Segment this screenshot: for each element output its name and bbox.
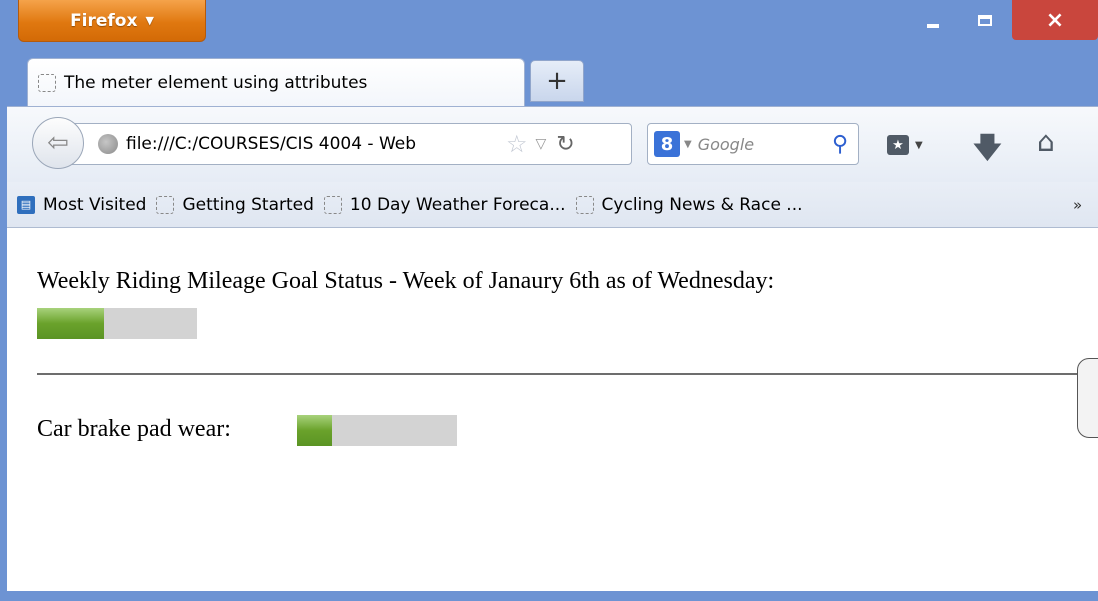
horizontal-rule xyxy=(37,373,1098,375)
bookmark-label: 10 Day Weather Foreca... xyxy=(349,194,566,215)
reload-icon[interactable]: ↻ xyxy=(556,132,574,157)
window-bottom-border xyxy=(0,591,1098,601)
side-panel-tab[interactable] xyxy=(1077,358,1098,438)
bookmarks-toolbar: ▤ Most Visited Getting Started 10 Day We… xyxy=(7,182,1098,228)
bookmark-label: Most Visited xyxy=(43,194,147,215)
maximize-icon xyxy=(978,14,992,26)
tab-active[interactable]: The meter element using attributes xyxy=(27,58,525,106)
new-tab-button[interactable]: + xyxy=(530,60,584,102)
chevron-down-icon: ▼ xyxy=(145,14,154,27)
search-bar[interactable]: 8 ▼ Google ⚲ xyxy=(647,123,859,165)
bookmark-most-visited[interactable]: ▤ Most Visited xyxy=(7,195,146,215)
bookmark-star-icon[interactable]: ☆ xyxy=(506,130,528,158)
home-icon[interactable]: ⌂ xyxy=(1037,125,1055,158)
brake-meter-fill xyxy=(297,415,333,446)
url-input[interactable]: file:///C:/COURSES/CIS 4004 - Web xyxy=(126,134,502,154)
url-bar[interactable]: file:///C:/COURSES/CIS 4004 - Web ☆ ▽ ↻ xyxy=(67,123,632,165)
page-content: Weekly Riding Mileage Goal Status - Week… xyxy=(7,228,1098,591)
history-dropdown-icon[interactable]: ▽ xyxy=(536,136,547,152)
minimize-icon xyxy=(927,24,939,28)
page-favicon-icon xyxy=(323,195,342,214)
google-engine-icon[interactable]: 8 xyxy=(654,131,680,157)
most-visited-icon: ▤ xyxy=(17,195,35,214)
search-icon[interactable]: ⚲ xyxy=(832,132,848,157)
close-button[interactable]: × xyxy=(1012,0,1098,40)
page-favicon-icon xyxy=(575,195,594,214)
browser-window: Firefox ▼ × The meter element using attr… xyxy=(0,0,1098,601)
search-input[interactable]: Google xyxy=(698,135,832,154)
goal-meter xyxy=(37,308,197,339)
minimize-button[interactable] xyxy=(910,0,956,40)
chevron-down-icon: ▼ xyxy=(915,139,923,151)
goal-status-label: Weekly Riding Mileage Goal Status - Week… xyxy=(37,268,775,294)
globe-icon xyxy=(98,134,118,154)
tab-label: The meter element using attributes xyxy=(64,72,368,93)
bookmarks-icon: ★ xyxy=(887,135,909,155)
firefox-menu-label: Firefox xyxy=(70,10,138,31)
bookmark-weather[interactable]: 10 Day Weather Foreca... xyxy=(323,194,566,215)
plus-icon: + xyxy=(546,66,568,96)
firefox-menu-button[interactable]: Firefox ▼ xyxy=(18,0,206,42)
back-arrow-icon: ⇦ xyxy=(47,128,69,158)
bookmarks-menu-button[interactable]: ★ ▼ xyxy=(887,129,937,161)
navigation-toolbar: ⇦ file:///C:/COURSES/CIS 4004 - Web ☆ ▽ … xyxy=(7,106,1098,182)
bookmark-label: Cycling News & Race ... xyxy=(601,194,803,215)
bookmarks-overflow-icon[interactable]: » xyxy=(1073,196,1082,214)
download-icon[interactable]: 🡇 xyxy=(973,127,1002,175)
goal-meter-fill xyxy=(37,308,105,339)
maximize-button[interactable] xyxy=(962,0,1008,40)
brake-pad-meter xyxy=(297,415,457,446)
bookmark-cycling-news[interactable]: Cycling News & Race ... xyxy=(575,194,803,215)
page-favicon-icon xyxy=(38,73,56,92)
brake-pad-label: Car brake pad wear: xyxy=(37,416,231,442)
chevron-down-icon[interactable]: ▼ xyxy=(684,139,692,150)
back-button[interactable]: ⇦ xyxy=(32,117,84,169)
page-favicon-icon xyxy=(156,195,175,214)
close-icon: × xyxy=(1045,7,1065,33)
bookmark-getting-started[interactable]: Getting Started xyxy=(156,194,314,215)
bookmark-label: Getting Started xyxy=(182,194,314,215)
